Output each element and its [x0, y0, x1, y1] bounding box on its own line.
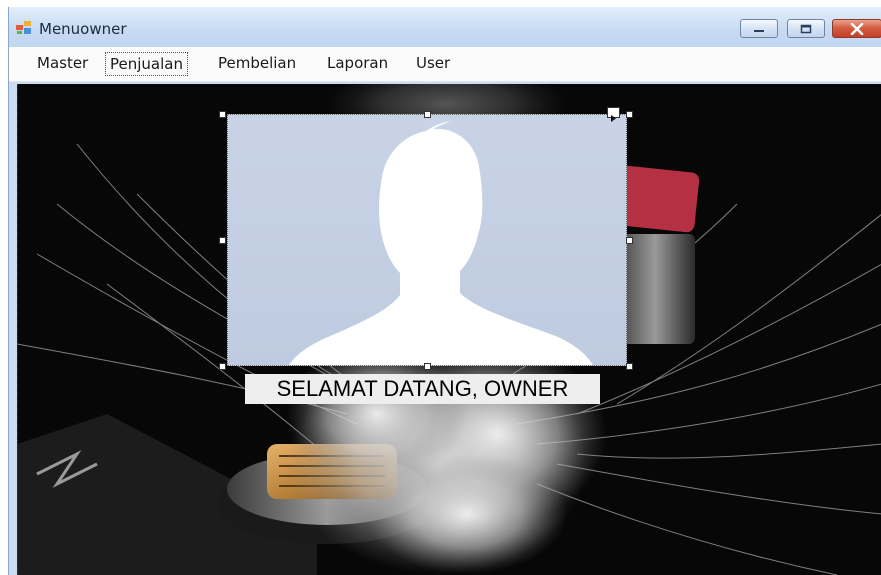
window-title: Menuowner	[39, 20, 127, 38]
resize-handle[interactable]	[219, 237, 226, 244]
menu-bar: Master Penjualan Pembelian Laporan User	[9, 47, 881, 82]
default-avatar-silhouette	[289, 121, 593, 365]
minimize-icon	[754, 29, 764, 32]
maximize-button[interactable]	[787, 19, 825, 38]
maximize-icon	[800, 24, 812, 33]
menu-item-penjualan[interactable]: Penjualan	[105, 52, 188, 76]
close-button[interactable]	[832, 19, 881, 38]
form-client-area: SELAMAT DATANG, OWNER	[17, 84, 881, 575]
resize-handle[interactable]	[626, 111, 633, 118]
welcome-label: SELAMAT DATANG, OWNER	[245, 374, 600, 404]
resize-handle[interactable]	[424, 363, 431, 370]
chevron-right-icon	[611, 115, 616, 122]
smart-tag-button[interactable]	[607, 107, 620, 122]
resize-handle[interactable]	[626, 363, 633, 370]
minimize-button[interactable]	[740, 19, 778, 38]
profile-picture-box[interactable]	[227, 114, 627, 366]
menu-item-master[interactable]: Master	[33, 52, 92, 76]
resize-handle[interactable]	[219, 363, 226, 370]
winforms-app-icon	[16, 21, 31, 34]
close-icon	[850, 22, 864, 35]
title-bar[interactable]: Menuowner	[9, 7, 881, 47]
resize-handle[interactable]	[424, 111, 431, 118]
resize-handle[interactable]	[626, 237, 633, 244]
app-window: Menuowner Master Penjualan Pembelian Lap…	[8, 7, 881, 575]
menu-item-user[interactable]: User	[412, 52, 454, 76]
resize-handle[interactable]	[219, 111, 226, 118]
menu-item-pembelian[interactable]: Pembelian	[214, 52, 300, 76]
menu-item-laporan[interactable]: Laporan	[323, 52, 392, 76]
